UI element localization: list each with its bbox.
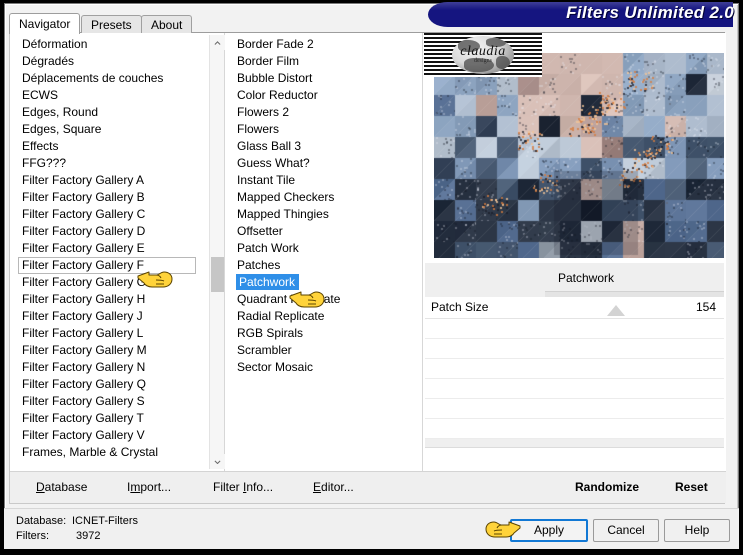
filter-list-item[interactable]: Glass Ball 3 (235, 138, 421, 155)
filter-list[interactable]: Border Fade 2 Border Film Bubble Distort Co… (226, 33, 421, 471)
navigator-items: Déformation Dégradés Déplacements de couch… (10, 36, 210, 461)
navigator-list-item[interactable]: Filter Factory Gallery D (20, 223, 210, 240)
chevron-down-icon (214, 460, 221, 465)
filter-list-item[interactable]: Border Fade 2 (235, 36, 421, 53)
filter-list-item[interactable]: Offsetter (235, 223, 421, 240)
navigator-list-item[interactable]: Filter Factory Gallery Q (20, 376, 210, 393)
filters-count-value: 3972 (76, 530, 101, 542)
filter-list-item-selected[interactable]: Patchwork (236, 274, 300, 290)
navigator-list-item[interactable]: Filter Factory Gallery C (20, 206, 210, 223)
parameter-rows: Patch Size 154 (425, 297, 724, 469)
filter-list-item[interactable]: Bubble Distort (235, 70, 421, 87)
filter-list-item[interactable]: Mapped Thingies (235, 206, 421, 223)
tab-about[interactable]: About (141, 15, 193, 34)
filter-list-item[interactable]: Quadrant Replicate (235, 291, 421, 308)
navigator-list-item[interactable]: Filter Factory Gallery G (20, 274, 210, 291)
chevron-up-icon (214, 41, 221, 45)
navigator-list-item[interactable]: Déplacements de couches (20, 70, 210, 87)
tab-navigator[interactable]: Navigator (9, 13, 81, 34)
right-toolbar: Randomize Reset (423, 471, 726, 503)
filter-list-item[interactable]: Guess What? (235, 155, 421, 172)
navigator-list-item[interactable]: Filter Factory Gallery H (20, 291, 210, 308)
preview-canvas (434, 53, 724, 258)
filters-count-label: Filters: (16, 530, 49, 542)
navigator-list-item[interactable]: Filter Factory Gallery L (20, 325, 210, 342)
filter-list-item[interactable]: Patchwork (235, 274, 421, 291)
navigator-list-item[interactable]: Filter Factory Gallery V (20, 427, 210, 444)
tab-strip: Navigator Presets About (9, 13, 725, 34)
navigator-list-item[interactable]: Filter Factory Gallery M (20, 342, 210, 359)
preview-pane: Patchwork claudia designs Patch Size 154 (423, 33, 726, 471)
navigator-list-item[interactable]: Edges, Round (20, 104, 210, 121)
scroll-down-button[interactable] (210, 454, 225, 469)
navigator-list-item[interactable]: Filter Factory Gallery J (20, 308, 210, 325)
parameter-row-empty (425, 359, 724, 379)
navigator-list-item[interactable]: Filter Factory Gallery N (20, 359, 210, 376)
navigator-list-item[interactable]: Filter Factory Gallery E (20, 240, 210, 257)
filter-list-item[interactable]: Mapped Checkers (235, 189, 421, 206)
main-panel: Déformation Dégradés Déplacements de couch… (9, 33, 726, 504)
filter-items: Border Fade 2 Border Film Bubble Distort Co… (226, 36, 421, 376)
parameter-row-empty (425, 339, 724, 359)
filter-list-item[interactable]: Flowers (235, 121, 421, 138)
navigator-list-item[interactable]: ECWS (20, 87, 210, 104)
apply-button[interactable]: Apply (510, 519, 588, 542)
filter-list-item[interactable]: Scrambler (235, 342, 421, 359)
database-value: ICNET-Filters (72, 515, 138, 527)
filter-list-item[interactable]: Radial Replicate (235, 308, 421, 325)
editor-button[interactable]: Editor... (313, 480, 354, 494)
left-toolbar: Database Import... Filter Info... Editor… (10, 471, 423, 503)
filter-list-item[interactable]: Patch Work (235, 240, 421, 257)
filters-unlimited-window: Filters Unlimited 2.0 Navigator Presets … (0, 0, 743, 555)
filter-list-item[interactable]: Flowers 2 (235, 104, 421, 121)
parameter-row-empty (425, 399, 724, 419)
reset-button[interactable]: Reset (675, 480, 708, 494)
navigator-list-item[interactable]: Filter Factory Gallery F (18, 257, 196, 274)
parameter-row-empty (425, 319, 724, 339)
claudia-logo: claudia designs (424, 33, 542, 77)
parameter-value: 154 (695, 300, 716, 314)
navigator-list-item[interactable]: Filter Factory Gallery B (20, 189, 210, 206)
filter-header-bar: Patchwork (425, 262, 724, 297)
parameter-row[interactable]: Patch Size 154 (425, 297, 724, 319)
navigator-scrollbar[interactable] (209, 35, 225, 469)
parameter-label: Patch Size (431, 300, 489, 314)
tab-presets[interactable]: Presets (81, 15, 142, 34)
selected-filter-name: Patchwork (558, 271, 615, 285)
scroll-up-button[interactable] (210, 35, 225, 50)
filter-list-item[interactable]: Color Reductor (235, 87, 421, 104)
cancel-button[interactable]: Cancel (593, 519, 659, 542)
navigator-list-item[interactable]: Edges, Square (20, 121, 210, 138)
navigator-list-item[interactable]: Filter Factory Gallery T (20, 410, 210, 427)
navigator-list-item[interactable]: Filter Factory Gallery A (20, 172, 210, 189)
filter-list-item[interactable]: Patches (235, 257, 421, 274)
filter-list-item[interactable]: Instant Tile (235, 172, 421, 189)
filter-preview-image[interactable] (434, 53, 724, 258)
logo-subtext: designs (474, 58, 492, 64)
navigator-list-item[interactable]: FFG??? (20, 155, 210, 172)
slider-thumb[interactable] (607, 305, 626, 316)
filter-info-button[interactable]: Filter Info... (213, 480, 273, 494)
navigator-category-list[interactable]: Déformation Dégradés Déplacements de couch… (10, 33, 210, 471)
column-separator-1 (224, 33, 225, 471)
status-bar: Database: ICNET-Filters Filters: 3972 Ap… (4, 508, 739, 549)
navigator-list-item[interactable]: Effects (20, 138, 210, 155)
scrollbar-thumb[interactable] (211, 257, 224, 292)
filter-list-item[interactable]: Border Film (235, 53, 421, 70)
import-button[interactable]: Import... (127, 480, 171, 494)
navigator-list-item[interactable]: Déformation (20, 36, 210, 53)
navigator-list-item[interactable]: Filter Factory Gallery S (20, 393, 210, 410)
randomize-button[interactable]: Randomize (575, 480, 639, 494)
filter-list-item[interactable]: RGB Spirals (235, 325, 421, 342)
help-button[interactable]: Help (664, 519, 730, 542)
parameter-row-empty (425, 419, 724, 439)
database-button[interactable]: Database (36, 480, 87, 494)
navigator-list-item[interactable]: Dégradés (20, 53, 210, 70)
database-label: Database: (16, 515, 67, 527)
filter-list-item[interactable]: Sector Mosaic (235, 359, 421, 376)
navigator-list-item[interactable]: Frames, Marble & Crystal (20, 444, 210, 461)
parameter-area-footer (425, 439, 724, 448)
parameter-row-empty (425, 379, 724, 399)
